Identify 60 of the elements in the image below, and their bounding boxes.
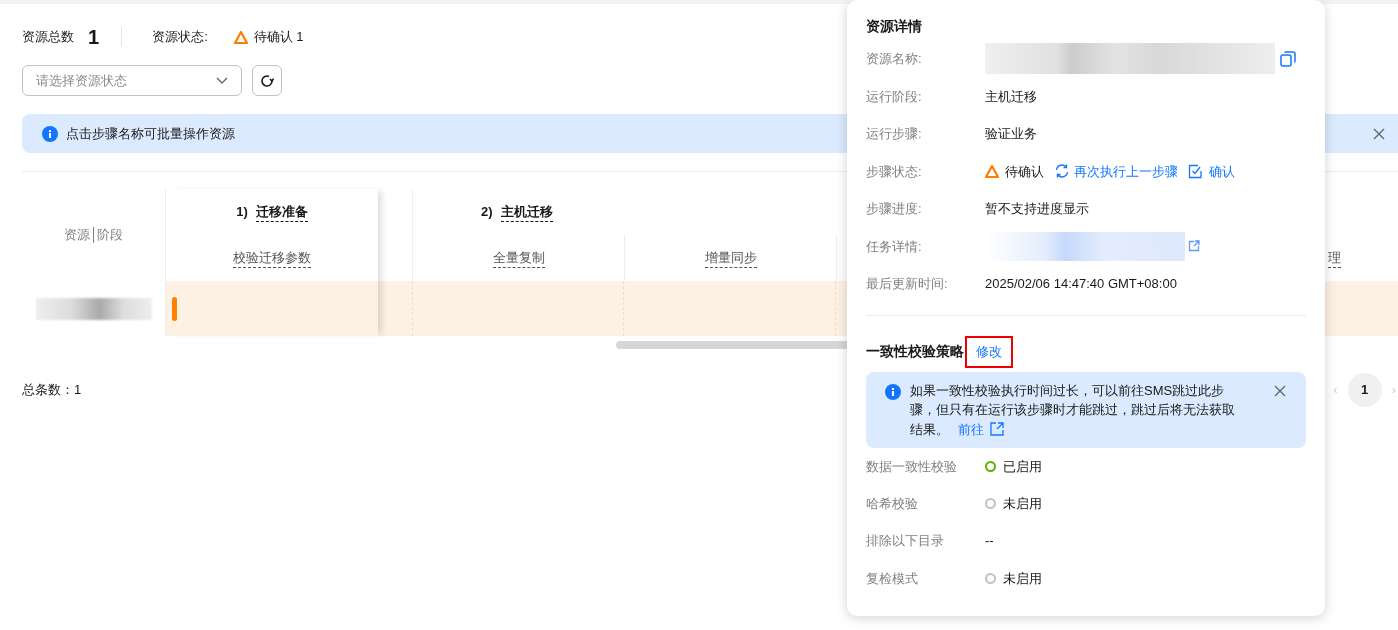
popover-title: 资源详情	[866, 16, 923, 36]
retry-link[interactable]: 再次执行上一步骤	[1054, 161, 1178, 181]
info-icon	[885, 383, 901, 400]
close-icon[interactable]	[1274, 384, 1286, 397]
total-label: 资源总数	[22, 28, 74, 47]
field-label: 运行步骤:	[866, 125, 923, 143]
warning-icon	[985, 164, 999, 178]
field-label: 步骤进度:	[866, 200, 923, 218]
field-value: 2025/02/06 14:47:40 GMT+08:00	[985, 275, 1177, 293]
total-count: 1	[88, 25, 100, 50]
setting-value: 已启用	[1003, 457, 1042, 476]
status-bar	[172, 296, 177, 321]
step-name[interactable]: 理	[1328, 247, 1341, 269]
step-name[interactable]: 校验迁移参数	[233, 247, 311, 269]
section-title: 一致性校验策略	[866, 342, 964, 361]
setting-label: 数据一致性校验	[866, 457, 958, 476]
step-status: 待确认	[1005, 162, 1044, 181]
step-name[interactable]: 增量同步	[704, 247, 757, 269]
copy-icon[interactable]	[1280, 50, 1296, 67]
field-value: 主机迁移	[985, 87, 1037, 106]
field-label: 资源名称:	[866, 50, 923, 68]
field-value: 暂不支持进度显示	[985, 200, 1089, 218]
info-icon	[42, 125, 58, 142]
setting-label: 复检模式	[866, 569, 919, 588]
setting-value: 未启用	[1003, 495, 1042, 514]
stage-name[interactable]: 主机迁移	[500, 201, 553, 223]
setting-value: --	[985, 532, 994, 551]
status-select[interactable]: 请选择资源状态	[22, 65, 242, 96]
refresh-icon	[259, 72, 275, 89]
field-value: 验证业务	[985, 125, 1037, 143]
header-label: 资源	[64, 226, 90, 245]
stage-number: 2)	[481, 203, 493, 222]
go-link[interactable]: 前往	[958, 419, 1004, 439]
setting-value: 未启用	[1003, 569, 1042, 588]
warning-icon	[233, 30, 248, 44]
setting-label: 哈希校验	[866, 495, 919, 514]
external-link-icon[interactable]	[1188, 240, 1200, 253]
checkbox-icon	[1188, 163, 1203, 179]
field-label: 运行阶段:	[866, 87, 923, 106]
header-label: 阶段	[97, 226, 123, 245]
chevron-down-icon	[216, 76, 228, 85]
external-link-icon	[990, 422, 1004, 437]
step-name[interactable]: 全量复制	[492, 247, 545, 269]
edit-link[interactable]: 修改	[965, 335, 1013, 368]
refresh-icon	[1054, 163, 1070, 180]
close-icon[interactable]	[1373, 127, 1385, 140]
page-button[interactable]: 1	[1347, 373, 1382, 407]
stage-name[interactable]: 迁移准备	[255, 201, 308, 223]
notice-text: 点击步骤名称可批量操作资源	[66, 124, 235, 143]
field-label: 任务详情:	[866, 237, 923, 256]
field-label: 步骤状态:	[866, 162, 923, 181]
stage-number: 1)	[236, 203, 248, 222]
refresh-button[interactable]	[252, 65, 282, 96]
notice-text: 如果一致性校验执行时间过长，可以前往SMS跳过此步骤，但只有在运行该步骤时才能跳过，跳过后将无法获取结果。 前往	[910, 381, 1236, 439]
total-rows: 总条数：1	[22, 380, 82, 400]
field-label: 最后更新时间:	[866, 275, 949, 293]
status-count: 待确认 1	[253, 28, 304, 47]
setting-label: 排除以下目录	[866, 532, 945, 551]
status-label: 资源状态:	[152, 28, 208, 47]
confirm-link[interactable]: 确认	[1188, 161, 1235, 181]
